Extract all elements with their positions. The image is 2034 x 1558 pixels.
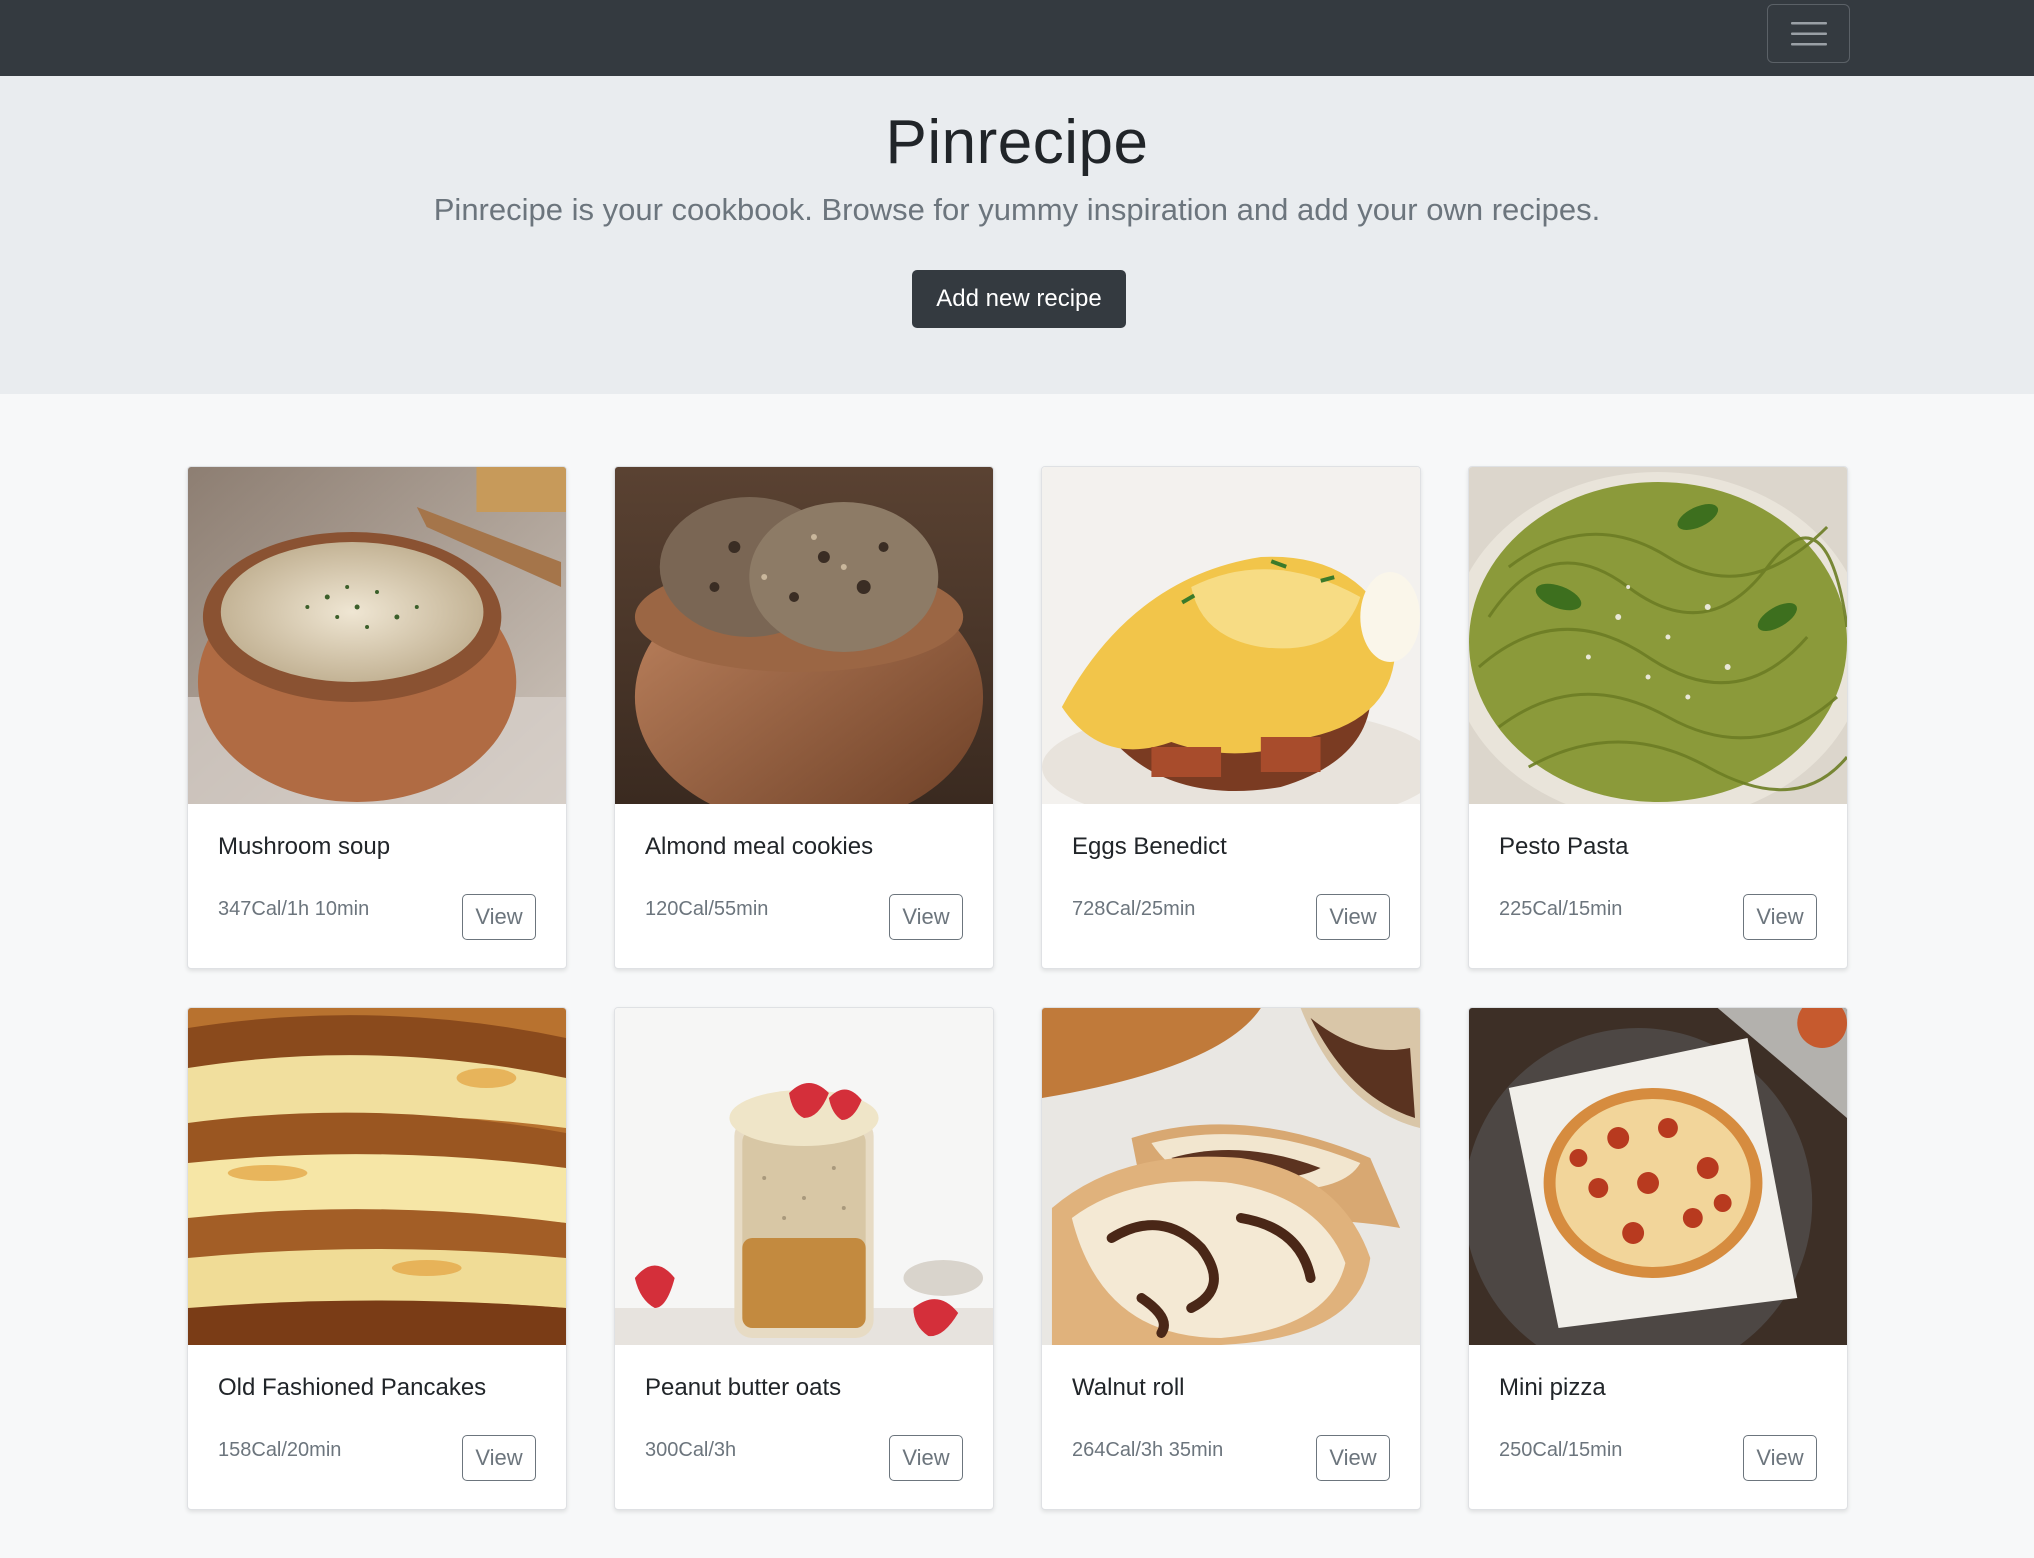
view-recipe-button[interactable]: View: [1743, 894, 1817, 940]
recipe-calories-time: 300Cal/3h: [645, 1439, 737, 1461]
view-recipe-button[interactable]: View: [889, 1435, 963, 1481]
recipe-calories-time: 728Cal/25min: [1072, 898, 1196, 920]
recipe-calories-time: 347Cal/1h 10min: [218, 898, 370, 920]
recipe-card: Almond meal cookies 120Cal/55min View: [614, 466, 994, 969]
recipe-card: Walnut roll 264Cal/3h 35min View: [1041, 1007, 1421, 1510]
site-tagline: Pinrecipe is your cookbook. Browse for y…: [433, 192, 1601, 227]
recipe-card: Peanut butter oats 300Cal/3h View: [614, 1007, 994, 1510]
recipe-title: Pesto Pasta: [1499, 833, 1629, 860]
recipe-card: Mushroom soup 347Cal/1h 10min View: [187, 466, 567, 969]
recipe-card: Eggs Benedict 728Cal/25min View: [1041, 466, 1421, 969]
almond-cookies-image: [615, 467, 993, 804]
recipe-calories-time: 120Cal/55min: [645, 898, 769, 920]
view-recipe-button[interactable]: View: [462, 1435, 536, 1481]
recipe-card: Old Fashioned Pancakes 158Cal/20min View: [187, 1007, 567, 1510]
walnut-roll-image: [1042, 1008, 1420, 1345]
hamburger-menu-icon: [1790, 21, 1827, 45]
recipe-calories-time: 250Cal/15min: [1499, 1439, 1623, 1461]
view-recipe-button[interactable]: View: [1316, 894, 1390, 940]
navbar-toggler-button[interactable]: [1767, 4, 1850, 63]
view-recipe-button[interactable]: View: [1316, 1435, 1390, 1481]
recipe-title: Peanut butter oats: [645, 1374, 842, 1401]
view-recipe-button[interactable]: View: [1743, 1435, 1817, 1481]
recipe-calories-time: 225Cal/15min: [1499, 898, 1623, 920]
recipe-title: Almond meal cookies: [645, 833, 874, 860]
recipe-title: Mini pizza: [1499, 1374, 1606, 1401]
recipe-calories-time: 158Cal/20min: [218, 1439, 342, 1461]
site-title: Pinrecipe: [885, 108, 1149, 177]
pesto-pasta-image: [1469, 467, 1847, 804]
recipe-card: Mini pizza 250Cal/15min View: [1468, 1007, 1848, 1510]
eggs-benedict-image: [1042, 467, 1420, 804]
peanut-butter-oats-image: [615, 1008, 993, 1345]
mini-pizza-image: [1469, 1008, 1847, 1345]
recipe-calories-time: 264Cal/3h 35min: [1072, 1439, 1224, 1461]
view-recipe-button[interactable]: View: [889, 894, 963, 940]
recipe-title: Walnut roll: [1072, 1374, 1185, 1401]
recipe-title: Eggs Benedict: [1072, 833, 1227, 860]
pancakes-image: [188, 1008, 566, 1345]
add-new-recipe-button[interactable]: Add new recipe: [912, 270, 1126, 328]
hero-section: Pinrecipe Pinrecipe is your cookbook. Br…: [0, 76, 2034, 394]
recipe-card: Pesto Pasta 225Cal/15min View: [1468, 466, 1848, 969]
navbar: [0, 0, 2034, 76]
mushroom-soup-image: [188, 467, 566, 804]
recipe-title: Mushroom soup: [218, 833, 391, 860]
view-recipe-button[interactable]: View: [462, 894, 536, 940]
recipe-title: Old Fashioned Pancakes: [218, 1374, 487, 1401]
